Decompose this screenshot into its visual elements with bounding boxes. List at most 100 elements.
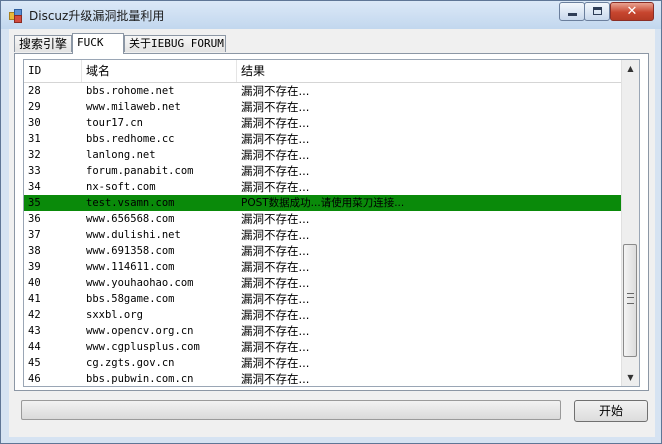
maximize-icon: [593, 7, 602, 15]
cell-domain: tour17.cn: [86, 117, 143, 129]
cell-domain: www.cgplusplus.com: [86, 341, 200, 353]
grip-icon: [627, 293, 634, 304]
cell-id: 41: [28, 293, 41, 305]
cell-id: 37: [28, 229, 41, 241]
scroll-up-icon[interactable]: ▲: [622, 60, 639, 77]
cell-result: 漏洞不存在...: [241, 356, 310, 370]
cell-domain: www.114611.com: [86, 261, 175, 273]
cell-result: 漏洞不存在...: [241, 116, 310, 130]
cell-id: 35: [28, 197, 41, 209]
cell-domain: test.vsamn.com: [86, 197, 175, 209]
cell-result: 漏洞不存在...: [241, 308, 310, 322]
tab-fuck[interactable]: FUCK: [72, 33, 124, 54]
cell-result: 漏洞不存在...: [241, 212, 310, 226]
list-item[interactable]: 28 bbs.rohome.net 漏洞不存在...: [24, 83, 624, 99]
cell-result: 漏洞不存在...: [241, 132, 310, 146]
window-title: Discuz升级漏洞批量利用: [29, 9, 165, 23]
cell-id: 38: [28, 245, 41, 257]
column-header-domain[interactable]: 域名: [82, 60, 237, 82]
minimize-icon: [568, 13, 577, 16]
cell-id: 40: [28, 277, 41, 289]
list-item[interactable]: 29 www.milaweb.net 漏洞不存在...: [24, 99, 624, 115]
list-item[interactable]: 43 www.opencv.org.cn 漏洞不存在...: [24, 323, 624, 339]
tab-page: ID 域名 结果 28 bbs.rohome.net 漏洞不存在... 29 www.m…: [14, 53, 649, 391]
tab-about[interactable]: 关于IEBUG FORUM: [124, 35, 226, 52]
cell-id: 31: [28, 133, 41, 145]
cell-result: 漏洞不存在...: [241, 324, 310, 338]
cell-id: 28: [28, 85, 41, 97]
cell-id: 44: [28, 341, 41, 353]
cell-domain: forum.panabit.com: [86, 165, 194, 177]
list-item[interactable]: 36 www.656568.com 漏洞不存在...: [24, 211, 624, 227]
cell-result: 漏洞不存在...: [241, 228, 310, 242]
list-item[interactable]: 37 www.dulishi.net 漏洞不存在...: [24, 227, 624, 243]
list-item[interactable]: 38 www.691358.com 漏洞不存在...: [24, 243, 624, 259]
cell-id: 43: [28, 325, 41, 337]
list-item[interactable]: 40 www.youhaohao.com 漏洞不存在...: [24, 275, 624, 291]
cell-domain: bbs.58game.com: [86, 293, 175, 305]
list-rows: 28 bbs.rohome.net 漏洞不存在... 29 www.milaweb.ne…: [24, 83, 624, 386]
list-item[interactable]: 46 bbs.pubwin.com.cn 漏洞不存在...: [24, 371, 624, 386]
cell-result: 漏洞不存在...: [241, 260, 310, 274]
cell-result: 漏洞不存在...: [241, 244, 310, 258]
vertical-scrollbar[interactable]: ▲ ▼: [621, 60, 639, 386]
cell-domain: www.youhaohao.com: [86, 277, 194, 289]
cell-id: 45: [28, 357, 41, 369]
cell-domain: bbs.pubwin.com.cn: [86, 373, 194, 385]
scroll-down-icon[interactable]: ▼: [622, 369, 639, 386]
cell-id: 42: [28, 309, 41, 321]
list-item[interactable]: 31 bbs.redhome.cc 漏洞不存在...: [24, 131, 624, 147]
cell-result: POST数据成功...请使用菜刀连接...: [241, 197, 405, 209]
cell-id: 46: [28, 373, 41, 385]
progress-bar: [21, 400, 561, 420]
scroll-thumb[interactable]: [623, 244, 637, 357]
cell-result: 漏洞不存在...: [241, 340, 310, 354]
list-item-success[interactable]: 35 test.vsamn.com POST数据成功...请使用菜刀连接...: [24, 195, 624, 211]
cell-domain: sxxbl.org: [86, 309, 143, 321]
cell-domain: cg.zgts.gov.cn: [86, 357, 175, 369]
cell-domain: www.opencv.org.cn: [86, 325, 194, 337]
cell-id: 30: [28, 117, 41, 129]
list-item[interactable]: 45 cg.zgts.gov.cn 漏洞不存在...: [24, 355, 624, 371]
cell-result: 漏洞不存在...: [241, 164, 310, 178]
cell-domain: www.656568.com: [86, 213, 175, 225]
list-item[interactable]: 39 www.114611.com 漏洞不存在...: [24, 259, 624, 275]
app-icon: [9, 9, 23, 23]
list-item[interactable]: 41 bbs.58game.com 漏洞不存在...: [24, 291, 624, 307]
list-item[interactable]: 34 nx-soft.com 漏洞不存在...: [24, 179, 624, 195]
close-button[interactable]: ✕: [610, 2, 654, 21]
cell-domain: nx-soft.com: [86, 181, 156, 193]
app-window: Discuz升级漏洞批量利用 ✕ 搜索引擎 FUCK 关于IEBUG FORUM…: [0, 0, 662, 444]
cell-result: 漏洞不存在...: [241, 276, 310, 290]
minimize-button[interactable]: [559, 2, 585, 21]
results-list[interactable]: ID 域名 结果 28 bbs.rohome.net 漏洞不存在... 29 www.m…: [23, 59, 640, 387]
cell-result: 漏洞不存在...: [241, 148, 310, 162]
cell-domain: bbs.rohome.net: [86, 85, 175, 97]
cell-domain: www.691358.com: [86, 245, 175, 257]
cell-domain: bbs.redhome.cc: [86, 133, 175, 145]
cell-id: 32: [28, 149, 41, 161]
cell-result: 漏洞不存在...: [241, 84, 310, 98]
tab-search-engine[interactable]: 搜索引擎: [14, 35, 72, 52]
list-item[interactable]: 30 tour17.cn 漏洞不存在...: [24, 115, 624, 131]
column-header-result[interactable]: 结果: [237, 60, 624, 82]
list-item[interactable]: 42 sxxbl.org 漏洞不存在...: [24, 307, 624, 323]
column-header-id[interactable]: ID: [24, 60, 82, 82]
cell-id: 34: [28, 181, 41, 193]
title-bar[interactable]: Discuz升级漏洞批量利用 ✕: [1, 1, 661, 29]
cell-domain: www.milaweb.net: [86, 101, 181, 113]
cell-domain: lanlong.net: [86, 149, 156, 161]
cell-result: 漏洞不存在...: [241, 372, 310, 386]
maximize-button[interactable]: [584, 2, 610, 21]
cell-result: 漏洞不存在...: [241, 292, 310, 306]
cell-result: 漏洞不存在...: [241, 180, 310, 194]
list-item[interactable]: 33 forum.panabit.com 漏洞不存在...: [24, 163, 624, 179]
cell-id: 29: [28, 101, 41, 113]
start-button[interactable]: 开始: [574, 400, 648, 422]
close-icon: ✕: [626, 4, 638, 19]
cell-id: 39: [28, 261, 41, 273]
list-item[interactable]: 44 www.cgplusplus.com 漏洞不存在...: [24, 339, 624, 355]
list-item[interactable]: 32 lanlong.net 漏洞不存在...: [24, 147, 624, 163]
cell-id: 36: [28, 213, 41, 225]
cell-domain: www.dulishi.net: [86, 229, 181, 241]
